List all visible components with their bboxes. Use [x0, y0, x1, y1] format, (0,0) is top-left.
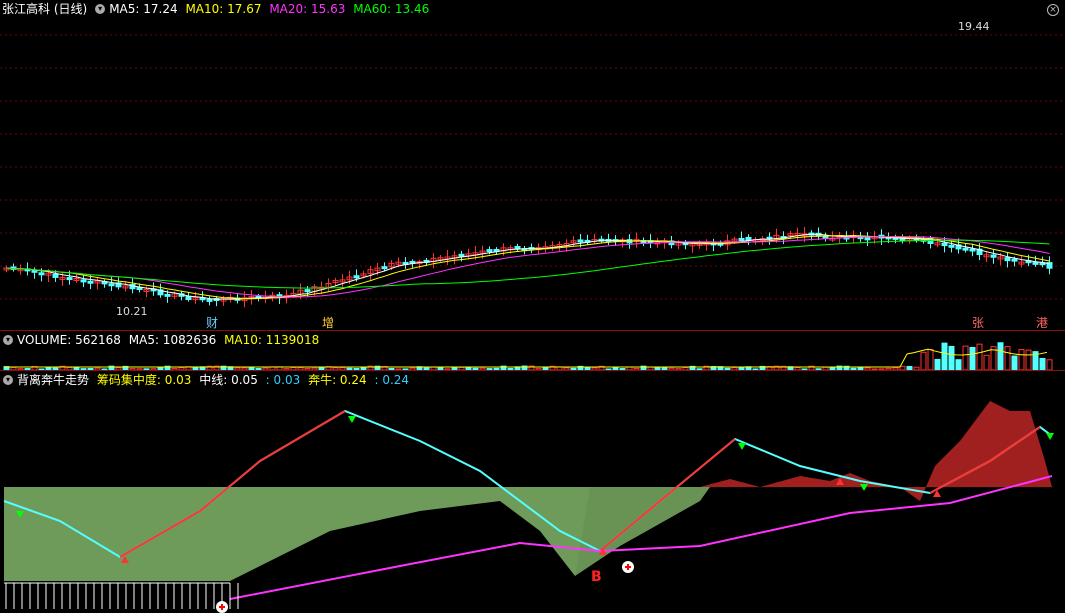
sell-arrow	[860, 484, 868, 491]
stock-title: 张江高科 (日线)	[2, 2, 88, 16]
volume-bar	[955, 359, 962, 370]
indicator-title: 背离奔牛走势	[17, 373, 90, 387]
indicator-panel[interactable]: ▾ 背离奔牛走势 筹码集中度: 0.03 中线: 0.05 : 0.03 奔牛: …	[0, 371, 1065, 613]
ma5-label: MA5: 17.24	[109, 2, 178, 16]
vol-ma5-label: MA5: 1082636	[128, 333, 217, 347]
volume-bar	[920, 351, 927, 370]
price-header: 张江高科 (日线) ▾ MA5: 17.24 MA10: 17.67 MA20: 1…	[0, 0, 433, 18]
volume-bar	[962, 345, 969, 370]
volume-bar	[1004, 346, 1011, 370]
sell-arrow	[348, 416, 356, 423]
candle-body	[38, 272, 45, 276]
candle-body	[864, 237, 871, 241]
candle-body	[486, 249, 493, 253]
midline-value-label: : 0.03	[265, 373, 301, 387]
ma10-line	[6, 234, 1050, 300]
volume-bar	[941, 342, 948, 370]
volume-label: VOLUME: 562168	[17, 333, 121, 347]
candle-body	[577, 239, 584, 243]
price-chart[interactable]	[0, 0, 1065, 330]
candle-body	[1011, 258, 1018, 262]
candle-body	[353, 275, 360, 279]
midline-label: 中线: 0.05	[199, 373, 258, 387]
volume-header: ▾ VOLUME: 562168 MA5: 1082636 MA10: 11390…	[0, 331, 323, 349]
vol-ma10-label: MA10: 1139018	[224, 333, 320, 347]
volume-bar	[976, 343, 983, 370]
volume-bar	[1018, 349, 1025, 370]
candle-body	[304, 289, 311, 293]
volume-bar	[934, 358, 941, 370]
volume-bar	[927, 349, 934, 370]
candle-body	[990, 254, 997, 258]
candle-body	[1004, 257, 1011, 262]
green-area	[4, 487, 590, 581]
sell-arrow	[738, 443, 746, 450]
event-marker-zhang[interactable]: 张	[972, 314, 984, 330]
bull-value-label: : 0.24	[374, 373, 410, 387]
candle-body	[52, 273, 59, 278]
ma20-label: MA20: 15.63	[269, 2, 346, 16]
sell-arrow	[1046, 433, 1054, 440]
volume-bar	[1039, 357, 1046, 370]
dropdown-icon[interactable]: ▾	[3, 334, 13, 345]
dropdown-icon[interactable]: ▾	[3, 374, 13, 385]
event-marker-gang[interactable]: 港	[1036, 314, 1048, 330]
price-panel[interactable]: 张江高科 (日线) ▾ MA5: 17.24 MA10: 17.67 MA20: 1…	[0, 0, 1065, 330]
indicator-header: ▾ 背离奔牛走势 筹码集中度: 0.03 中线: 0.05 : 0.03 奔牛: …	[0, 371, 413, 389]
event-marker-zeng[interactable]: 增	[322, 314, 334, 330]
candle-body	[66, 277, 73, 281]
candle-body	[164, 293, 171, 297]
candle-body	[941, 242, 948, 247]
candle-body	[381, 266, 388, 270]
candle-body	[206, 298, 213, 302]
bull-label: 奔牛: 0.24	[308, 373, 367, 387]
dropdown-icon[interactable]: ▾	[95, 3, 106, 14]
candle-body	[87, 280, 94, 284]
close-icon[interactable]: ×	[1047, 4, 1059, 16]
volume-bar	[948, 345, 955, 370]
candle-body	[108, 283, 115, 287]
candle-body	[962, 247, 969, 251]
candle-body	[458, 253, 465, 257]
indicator-chart[interactable]	[0, 371, 1065, 613]
volume-bar	[983, 354, 990, 370]
ma60-line	[6, 239, 1050, 289]
candle-body	[80, 279, 87, 283]
volume-bar	[997, 342, 1004, 370]
chip-concentration-label: 筹码集中度: 0.03	[96, 373, 192, 387]
volume-panel[interactable]: ▾ VOLUME: 562168 MA5: 1082636 MA10: 11390…	[0, 331, 1065, 370]
volume-bar	[1046, 359, 1053, 370]
candle-body	[969, 248, 976, 252]
ma60-label: MA60: 13.46	[353, 2, 430, 16]
low-price-label: 10.21	[116, 305, 148, 318]
candle-body	[738, 237, 745, 241]
volume-bar	[969, 346, 976, 370]
volume-ma10-line	[4, 348, 1048, 368]
red-area	[700, 401, 1052, 501]
volume-bar	[1011, 355, 1018, 370]
buy-signal-b: B	[591, 569, 602, 585]
candle-body	[1032, 261, 1039, 265]
volume-bar	[1025, 349, 1032, 370]
event-marker-cai[interactable]: 财	[206, 314, 218, 330]
candle-body	[948, 244, 955, 248]
candle-body	[185, 295, 192, 301]
high-price-label: 19.44	[958, 20, 990, 33]
ma10-label: MA10: 17.67	[185, 2, 262, 16]
